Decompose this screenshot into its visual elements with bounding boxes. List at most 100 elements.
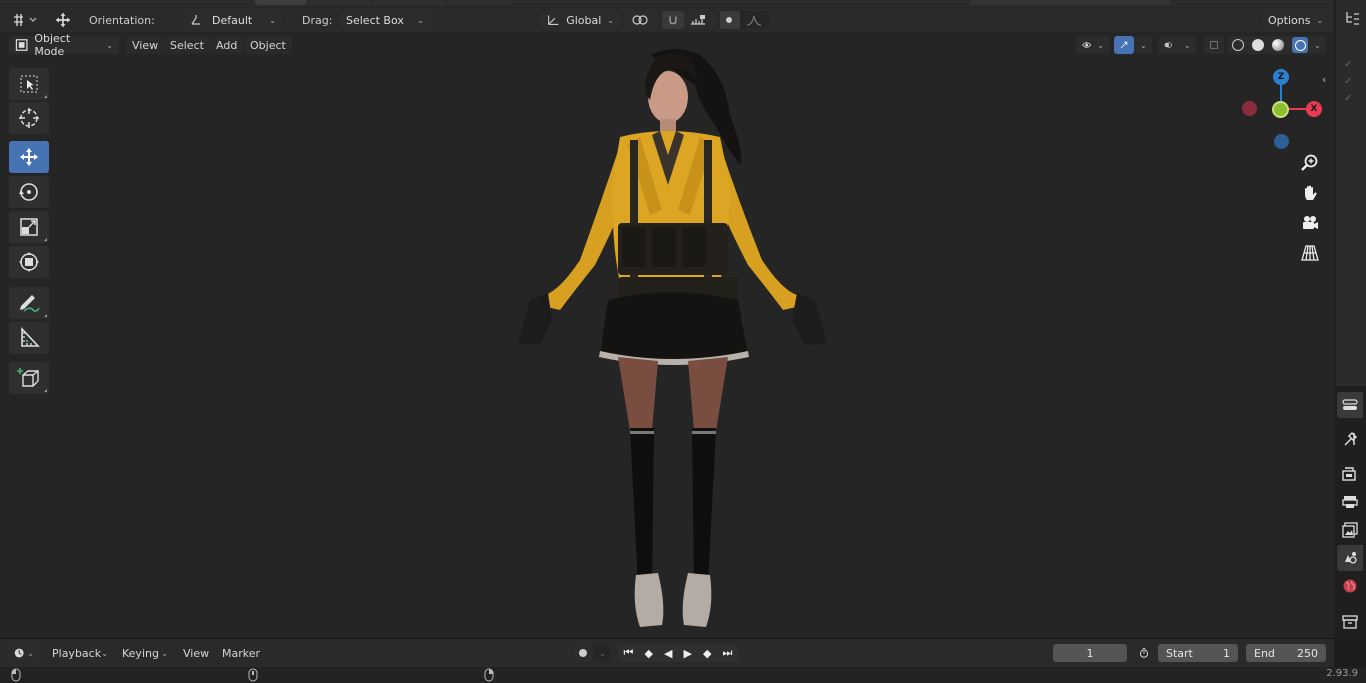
gizmo-y-axis[interactable] — [1272, 101, 1289, 118]
play-reverse-icon[interactable]: ◀ — [664, 647, 672, 660]
mode-dropdown[interactable]: Object Mode ⌄ — [9, 32, 119, 58]
drag-dropdown[interactable]: Select Box ⌄ — [340, 11, 430, 29]
solid-shading-icon[interactable] — [1252, 39, 1264, 51]
pivot-point-dropdown[interactable] — [626, 11, 658, 29]
snap-target-dropdown[interactable] — [684, 11, 716, 29]
jump-end-icon[interactable]: ⏭ — [723, 646, 733, 660]
falloff-dropdown[interactable] — [740, 11, 770, 29]
transform-orientation-dropdown[interactable]: Global ⌄ — [540, 11, 620, 29]
pan-hand-icon — [1305, 185, 1317, 200]
overlay-dropdown[interactable]: ⌄ — [1178, 36, 1196, 54]
timeline-menu-marker[interactable]: Marker — [216, 644, 267, 662]
start-frame-field[interactable]: Start 1 — [1158, 644, 1238, 662]
chevron-down-icon: ⌄ — [27, 648, 34, 658]
workspace-tab[interactable] — [310, 0, 370, 5]
pan-button[interactable] — [1296, 180, 1324, 206]
next-keyframe-icon[interactable]: ◆ — [703, 647, 711, 660]
gizmo-neg-x-axis[interactable] — [1242, 101, 1257, 116]
chevron-down-icon: ⌄ — [106, 40, 113, 50]
tools-icon — [1344, 431, 1358, 446]
tool-transform[interactable] — [9, 246, 49, 278]
wireframe-shading-icon[interactable] — [1232, 39, 1244, 51]
mode-value: Object Mode — [34, 32, 71, 58]
preview-range-toggle[interactable] — [1133, 644, 1155, 662]
zoom-button[interactable] — [1296, 150, 1324, 176]
select-box-icon — [20, 75, 38, 93]
current-frame-field[interactable]: 1 — [1053, 644, 1127, 662]
gizmo-dropdown[interactable]: ⌄ — [1134, 36, 1152, 54]
auto-keying-toggle[interactable] — [573, 644, 593, 662]
drag-value: Select Box — [346, 13, 404, 27]
chevron-down-icon: ⌄ — [161, 648, 168, 658]
outliner-icon — [1346, 12, 1359, 25]
tool-scale[interactable] — [9, 211, 49, 243]
checkbox-icon[interactable]: ✓ — [1344, 90, 1362, 107]
timeline-menu-view[interactable]: View — [177, 644, 216, 662]
tab-collection[interactable] — [1337, 609, 1363, 635]
gizmo-toggle[interactable] — [1114, 36, 1134, 54]
menu-add[interactable]: Add — [210, 36, 244, 54]
gizmo-neg-z-axis[interactable] — [1274, 134, 1289, 149]
snap-toggle[interactable] — [662, 11, 684, 29]
magnet-icon — [669, 16, 677, 25]
rendered-shading-icon[interactable] — [1292, 37, 1308, 53]
tool-move[interactable] — [9, 141, 49, 173]
proportional-edit-toggle[interactable] — [720, 11, 740, 29]
xray-toggle[interactable] — [1204, 36, 1224, 54]
play-icon[interactable]: ▶ — [684, 647, 692, 660]
orientation-label: Orientation: — [89, 13, 155, 27]
timeline-menu-keying[interactable]: Keying ⌄ — [116, 644, 174, 662]
tool-select-box[interactable] — [9, 68, 49, 100]
overlay-toggle[interactable] — [1158, 36, 1178, 54]
tool-rotate[interactable] — [9, 176, 49, 208]
workspace-tab[interactable] — [970, 0, 1170, 5]
tool-cursor[interactable] — [9, 102, 49, 134]
visibility-dropdown[interactable]: ⌄ — [1076, 36, 1110, 54]
checkbox-icon[interactable]: ✓ — [1344, 56, 1362, 73]
shading-dropdown[interactable]: ⌄ — [1308, 36, 1326, 54]
prev-keyframe-icon[interactable]: ◆ — [644, 647, 652, 660]
tab-scene[interactable] — [1337, 545, 1363, 571]
transform-mode-button[interactable] — [50, 11, 76, 29]
chevron-down-icon: ⌄ — [607, 15, 614, 25]
gizmo-x-label: X — [1310, 104, 1318, 114]
options-dropdown[interactable]: Options ⌄ — [1262, 11, 1328, 29]
workspace-tab[interactable] — [450, 0, 510, 5]
workspace-tabs-strip — [0, 0, 1366, 7]
tab-view-layer[interactable] — [1337, 517, 1363, 543]
gizmo-x-axis[interactable]: X — [1306, 101, 1322, 117]
perspective-toggle-button[interactable] — [1296, 240, 1324, 266]
material-shading-icon[interactable] — [1272, 39, 1284, 51]
tab-render[interactable] — [1337, 461, 1363, 487]
add-cube-icon — [17, 368, 39, 387]
camera-icon — [1303, 216, 1318, 229]
camera-view-button[interactable] — [1296, 210, 1324, 236]
workspace-tab[interactable] — [375, 0, 445, 5]
tool-annotate[interactable] — [9, 287, 49, 319]
keying-set-dropdown[interactable]: ⌄ — [593, 644, 611, 662]
sidebar-toggle[interactable]: ‹ — [1322, 73, 1332, 87]
outliner-toggle[interactable] — [1344, 10, 1362, 26]
timeline-menu-playback[interactable]: Playback ⌄ — [46, 644, 114, 662]
workspace-tab-active[interactable] — [255, 0, 307, 5]
menu-select[interactable]: Select — [164, 36, 210, 54]
3d-viewport[interactable]: Z X ‹ — [0, 7, 1334, 638]
navigation-gizmo[interactable]: Z X — [1236, 67, 1324, 157]
tool-add-cube[interactable] — [9, 362, 49, 394]
orientation-value: Default — [212, 13, 253, 27]
end-frame-field[interactable]: End 250 — [1246, 644, 1326, 662]
menu-view[interactable]: View — [126, 36, 165, 54]
checkbox-icon[interactable]: ✓ — [1344, 73, 1362, 90]
tab-world[interactable] — [1337, 573, 1363, 599]
gizmo-z-axis[interactable]: Z — [1273, 69, 1289, 85]
tab-output[interactable] — [1337, 489, 1363, 515]
menu-object[interactable]: Object — [244, 36, 292, 54]
tab-tool[interactable] — [1337, 426, 1363, 452]
timeline-editor-type[interactable]: ⌄ — [8, 644, 40, 662]
editor-type-button[interactable] — [8, 11, 40, 29]
tool-measure[interactable] — [9, 322, 49, 354]
tab-tool-properties[interactable] — [1337, 392, 1363, 418]
orientation-dropdown[interactable]: Default ⌄ — [184, 11, 282, 29]
cursor-icon — [19, 108, 39, 128]
jump-start-icon[interactable]: ⏮ — [624, 646, 634, 660]
